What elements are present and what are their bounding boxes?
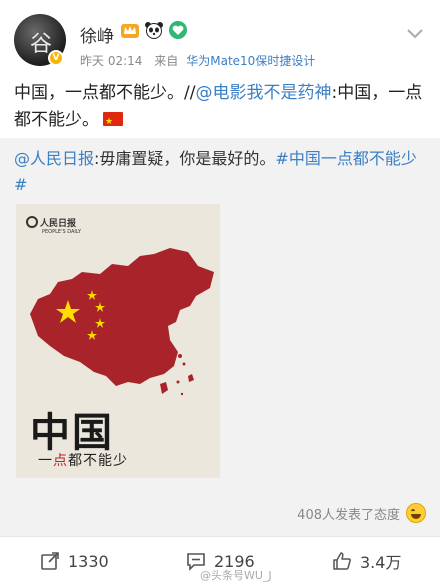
reactions-text: 408人发表了态度	[297, 508, 400, 523]
action-bar: 1330 2196 3.4万 @头条号WU_J	[0, 536, 440, 584]
verified-badge: V	[48, 50, 64, 66]
logo-subtext: PEOPLE'S DAILY	[42, 229, 82, 235]
logo-icon	[26, 216, 38, 228]
mention-link[interactable]: @电影我不是药神	[195, 83, 331, 103]
repost-button[interactable]: 1330	[40, 537, 109, 584]
watermark: @头条号WU_J	[200, 569, 272, 582]
repost-image[interactable]: 人民日报 PEOPLE'S DAILY 中国 一点都不能少	[16, 204, 220, 478]
poster-subtitle: 一点都不能少	[38, 450, 128, 470]
heart-icon[interactable]	[168, 20, 188, 40]
chevron-down-icon[interactable]	[406, 28, 424, 40]
crown-icon[interactable]	[120, 20, 140, 40]
post-text: 中国，一点都不能少。//@电影我不是药神:中国，一点都不能少。	[14, 80, 426, 136]
logo-text: 人民日报	[40, 219, 77, 229]
repost-mention-link[interactable]: @人民日报	[14, 149, 94, 168]
china-map-image	[30, 248, 214, 396]
reactions-bar[interactable]: 408人发表了态度	[0, 492, 440, 536]
repost-icon	[41, 552, 59, 570]
peoples-daily-logo: 人民日报 PEOPLE'S DAILY	[26, 216, 81, 235]
thumbs-up-icon	[333, 552, 351, 570]
repost-text: @人民日报:毋庸置疑，你是最好的。#中国一点都不能少#	[14, 146, 430, 198]
poster-subtitle-red: 点	[53, 453, 68, 469]
post-text-start: 中国，一点都不能少。//	[14, 83, 196, 103]
source-prefix: 来自	[154, 54, 179, 68]
reposted-content[interactable]: @人民日报:毋庸置疑，你是最好的。#中国一点都不能少# 人民日报 PEOPLE'…	[0, 138, 440, 492]
flag-cn-icon	[103, 109, 123, 136]
repost-count: 1330	[68, 551, 109, 571]
poster-subtitle-pre: 一	[38, 453, 53, 469]
source-device-link[interactable]: 华为Mate10保时捷设计	[186, 54, 315, 68]
laugh-emoji-icon	[406, 503, 426, 523]
post-meta: 昨天 02:14 来自 华为Mate10保时捷设计	[80, 52, 323, 69]
panda-icon[interactable]	[144, 20, 164, 40]
like-count: 3.4万	[360, 553, 402, 572]
repost-body: :毋庸置疑，你是最好的。	[94, 149, 276, 168]
like-button[interactable]: 3.4万	[332, 537, 401, 584]
poster-subtitle-post: 都不能少	[68, 453, 128, 469]
username[interactable]: 徐峥	[80, 22, 114, 47]
user-badges	[120, 20, 188, 40]
post-time: 昨天 02:14	[80, 54, 143, 68]
post-header: 谷 V 徐峥 昨天 02:14 来自 华为Mate10保时捷设计	[0, 0, 440, 76]
